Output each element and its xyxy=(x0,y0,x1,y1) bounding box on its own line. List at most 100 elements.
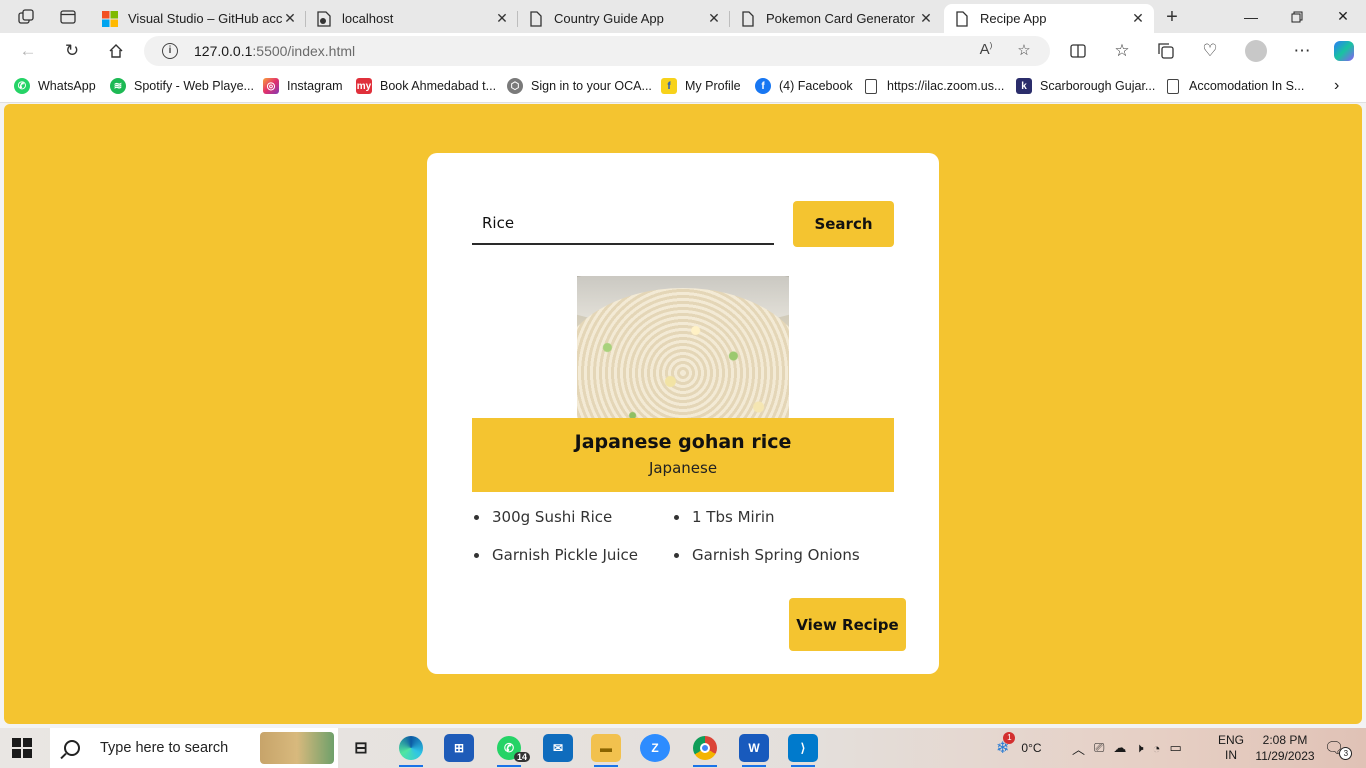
tab-recipe-app[interactable]: Recipe App ✕ xyxy=(944,4,1154,33)
settings-more-icon[interactable]: ⋯ xyxy=(1288,37,1316,65)
speaker-muted-icon[interactable]: 🕨 xyxy=(1135,740,1143,756)
ingredient-list: 300g Sushi Rice 1 Tbs Mirin Garnish Pick… xyxy=(472,507,902,565)
back-icon[interactable]: ← xyxy=(14,37,42,65)
split-screen-icon[interactable] xyxy=(1064,37,1092,65)
clock-time: 2:08 PM xyxy=(1262,733,1308,747)
tab-title: Country Guide App xyxy=(554,11,664,26)
meet-now-icon[interactable]: ⎚ xyxy=(1094,740,1104,756)
microsoft-store-icon[interactable]: ⊞ xyxy=(444,734,474,762)
view-recipe-button[interactable]: View Recipe xyxy=(789,598,906,651)
temperature-text: 0°C xyxy=(1021,741,1042,755)
windows-taskbar: Type here to search ⊟ ⊞ ✆ 14 ✉ ▬ Z W ⟩ ❄… xyxy=(0,728,1366,768)
weather-widget[interactable]: ❄ 1 0°C xyxy=(996,728,1042,768)
start-windows-icon[interactable] xyxy=(12,738,32,758)
bookmark-spotify[interactable]: ≋ Spotify - Web Playe... xyxy=(110,77,254,95)
read-aloud-icon[interactable]: A) xyxy=(976,41,996,61)
zoom-icon[interactable]: Z xyxy=(640,734,670,762)
clock[interactable]: 2:08 PM 11/29/2023 xyxy=(1252,728,1318,768)
battery-icon[interactable]: ▭ xyxy=(1169,740,1181,756)
file-explorer-icon[interactable]: ▬ xyxy=(591,734,621,767)
tab-visual-studio[interactable]: Visual Studio – GitHub acco ✕ xyxy=(92,4,306,33)
bookmark-label: Accomodation In S... xyxy=(1189,79,1305,93)
minimize-icon[interactable]: — xyxy=(1228,0,1274,33)
copilot-icon[interactable] xyxy=(1330,37,1358,65)
tab-actions-icon[interactable] xyxy=(54,4,82,30)
bookmark-label: Scarborough Gujar... xyxy=(1040,79,1156,93)
refresh-icon[interactable]: ↻ xyxy=(58,37,86,65)
close-window-icon[interactable]: ✕ xyxy=(1320,0,1366,33)
browser-essentials-icon[interactable]: ♡ xyxy=(1196,37,1224,65)
vscode-icon[interactable]: ⟩ xyxy=(788,734,818,767)
search-button[interactable]: Search xyxy=(793,201,894,247)
ingredient-item: 1 Tbs Mirin xyxy=(672,507,892,527)
bookmark-label: (4) Facebook xyxy=(779,79,853,93)
page-icon xyxy=(528,10,544,27)
recipe-title: Japanese gohan rice xyxy=(574,431,792,453)
word-icon[interactable]: W xyxy=(739,734,769,767)
workspaces-icon[interactable] xyxy=(12,4,40,30)
onedrive-cloud-icon[interactable]: ☁ xyxy=(1113,740,1126,756)
clock-date: 11/29/2023 xyxy=(1255,749,1315,763)
search-highlight-image xyxy=(260,732,334,764)
bookmark-label: Spotify - Web Playe... xyxy=(134,79,254,93)
language-code: ENG xyxy=(1218,733,1245,747)
url-text: 127.0.0.1:5500/index.html xyxy=(194,43,356,59)
bookmark-oca[interactable]: ⬡ Sign in to your OCA... xyxy=(507,77,652,95)
makemytrip-icon: my xyxy=(356,78,372,94)
notification-center-icon[interactable]: 🗨 3 xyxy=(1324,728,1353,768)
tab-title: Visual Studio – GitHub acco xyxy=(128,11,282,26)
language-indicator[interactable]: ENG IN xyxy=(1218,728,1244,768)
close-tab-icon[interactable]: ✕ xyxy=(706,10,722,27)
close-tab-icon[interactable]: ✕ xyxy=(282,10,298,27)
site-info-icon[interactable]: i xyxy=(162,43,178,59)
search-input[interactable] xyxy=(472,203,774,245)
chrome-icon[interactable] xyxy=(690,734,720,767)
home-icon[interactable] xyxy=(102,37,130,65)
bookmark-makemytrip[interactable]: my Book Ahmedabad t... xyxy=(356,77,496,95)
favorites-icon[interactable]: ☆ xyxy=(1108,37,1136,65)
page-icon xyxy=(954,10,970,27)
new-tab-icon[interactable]: + xyxy=(1158,4,1186,30)
bookmark-instagram[interactable]: ◎ Instagram xyxy=(263,77,343,95)
page-icon xyxy=(865,78,877,94)
show-hidden-icons-chevron-icon[interactable]: ︿ xyxy=(1072,739,1085,758)
collections-icon[interactable] xyxy=(1152,37,1180,65)
bookmark-accomodation[interactable]: Accomodation In S... xyxy=(1167,77,1304,95)
favorite-star-icon[interactable]: ☆ xyxy=(1014,41,1034,61)
taskbar-search-box[interactable]: Type here to search xyxy=(50,728,338,768)
close-tab-icon[interactable]: ✕ xyxy=(918,10,934,27)
edge-icon[interactable] xyxy=(396,734,426,767)
bookmark-my-profile[interactable]: f My Profile xyxy=(661,77,741,95)
bookmark-facebook[interactable]: f (4) Facebook xyxy=(755,77,853,95)
page-icon xyxy=(740,10,756,27)
flipkart-icon: f xyxy=(661,78,677,94)
address-bar[interactable]: i 127.0.0.1:5500/index.html A) ☆ xyxy=(144,36,1050,66)
weather-badge: 1 xyxy=(1003,732,1016,744)
ingredient-item: 300g Sushi Rice xyxy=(472,507,672,527)
whatsapp-badge: 14 xyxy=(513,752,530,762)
tab-pokemon[interactable]: Pokemon Card Generator ✕ xyxy=(730,4,942,33)
restore-icon[interactable] xyxy=(1274,0,1320,33)
task-view-icon[interactable]: ⊟ xyxy=(346,734,376,762)
tab-country-guide[interactable]: Country Guide App ✕ xyxy=(518,4,730,33)
mail-icon[interactable]: ✉ xyxy=(543,734,573,762)
close-tab-icon[interactable]: ✕ xyxy=(494,10,510,27)
bookmarks-bar: ✆ WhatsApp ≋ Spotify - Web Playe... ◎ In… xyxy=(0,69,1366,103)
recipe-area: Japanese xyxy=(648,459,718,477)
recipe-image xyxy=(577,276,789,418)
k-icon: k xyxy=(1016,78,1032,94)
search-icon xyxy=(64,740,80,756)
profile-avatar[interactable] xyxy=(1242,37,1270,65)
wifi-icon[interactable]: ◔ xyxy=(1153,741,1161,756)
whatsapp-taskbar-icon[interactable]: ✆ 14 xyxy=(494,734,530,767)
recipe-header: Japanese gohan rice Japanese xyxy=(472,418,894,492)
close-tab-icon[interactable]: ✕ xyxy=(1130,10,1146,27)
bookmark-scarborough[interactable]: k Scarborough Gujar... xyxy=(1016,77,1155,95)
bookmark-label: My Profile xyxy=(685,79,741,93)
whatsapp-icon: ✆ xyxy=(14,78,30,94)
bookmark-zoom[interactable]: https://ilac.zoom.us... xyxy=(865,77,1004,95)
local-file-icon xyxy=(316,10,332,27)
tab-localhost[interactable]: localhost ✕ xyxy=(306,4,518,33)
bookmark-whatsapp[interactable]: ✆ WhatsApp xyxy=(14,77,96,95)
bookmarks-overflow-chevron-icon[interactable]: › xyxy=(1334,77,1339,95)
